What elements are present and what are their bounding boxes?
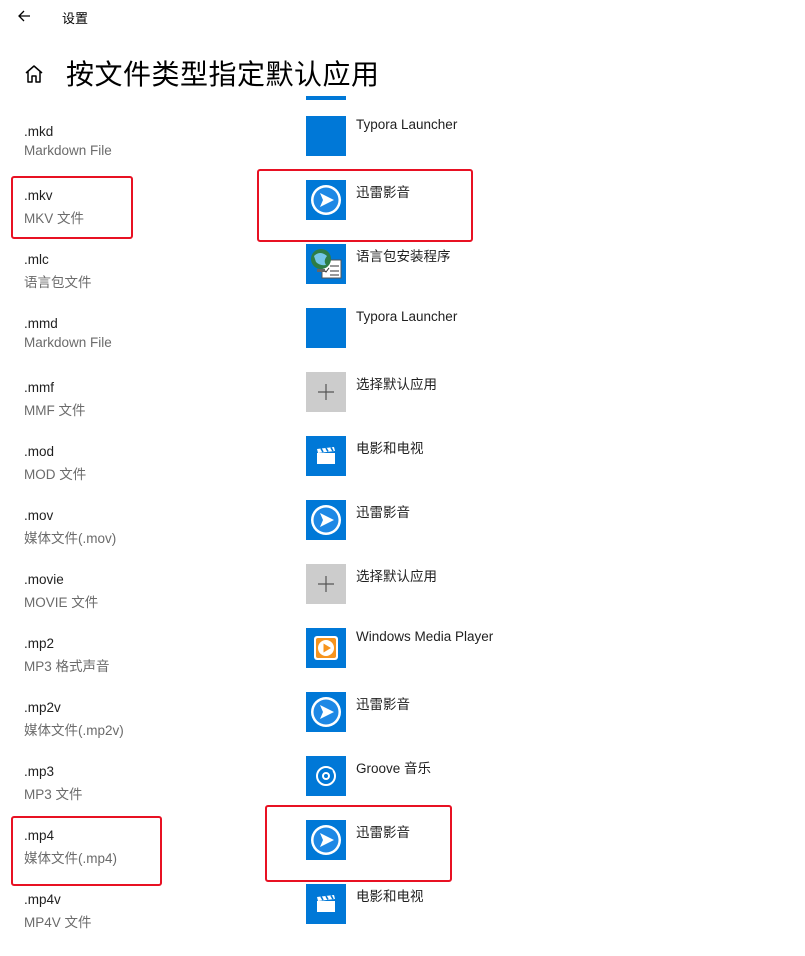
file-extension: .mmd: [24, 316, 58, 331]
file-type-description: MMF 文件: [24, 403, 86, 418]
plus-icon: [306, 372, 346, 412]
file-type-description: MOVIE 文件: [24, 595, 99, 610]
default-app-name: 电影和电视: [356, 441, 424, 456]
blank-blue-tile: [306, 116, 346, 156]
highlight-mkv-app: [257, 169, 473, 242]
xunlei-icon: [306, 692, 346, 732]
default-app-name: 迅雷影音: [356, 505, 410, 520]
language-pack-icon: [306, 244, 346, 284]
default-app-name: Typora Launcher: [356, 309, 458, 324]
window-title: 设置: [62, 11, 89, 26]
file-extension: .mp4v: [24, 892, 61, 907]
file-type-row: .mmf MMF 文件 选择默认应用: [0, 372, 805, 444]
film-icon: [306, 436, 346, 476]
file-type-description: 媒体文件(.mp2v): [24, 723, 124, 738]
file-extension: .mlc: [24, 252, 49, 267]
home-icon[interactable]: [22, 62, 46, 86]
back-arrow-icon: [18, 10, 30, 22]
file-type-row: .mov 媒体文件(.mov) 迅雷影音: [0, 500, 805, 572]
file-type-description: 语言包文件: [24, 275, 92, 290]
file-type-row: .mod MOD 文件 电影和电视: [0, 436, 805, 508]
file-extension: .mp3: [24, 764, 55, 779]
back-button[interactable]: [14, 6, 36, 26]
default-app-name: 选择默认应用: [356, 377, 437, 392]
default-app-name: Windows Media Player: [356, 629, 494, 644]
file-type-description: MOD 文件: [24, 467, 87, 482]
file-type-row: .mmd Markdown File Typora Launcher: [0, 308, 805, 380]
file-extension: .mmf: [24, 380, 54, 395]
default-app-name: 迅雷影音: [356, 697, 410, 712]
file-type-row: .mlc 语言包文件 语言包安装程序: [0, 244, 805, 316]
default-app-name: 语言包安装程序: [356, 249, 451, 264]
file-extension: .mkd: [24, 124, 54, 139]
xunlei-icon: [306, 500, 346, 540]
default-app-name: Groove 音乐: [356, 761, 432, 776]
wmp-icon: [306, 628, 346, 668]
file-extension: .mp2v: [24, 700, 61, 715]
file-type-row: .mp4v MP4V 文件 电影和电视: [0, 884, 805, 956]
file-extension: .movie: [24, 572, 64, 587]
plus-icon: [306, 564, 346, 604]
film-icon: [306, 884, 346, 924]
file-type-description: 媒体文件(.mov): [24, 531, 117, 546]
title-bar: 设置: [0, 0, 805, 32]
file-type-description: Markdown File: [24, 143, 112, 158]
highlight-mkv-ext: [11, 176, 133, 239]
scrolled-tile-edge: [306, 96, 346, 100]
highlight-mp4-ext: [11, 816, 162, 886]
file-type-description: MP3 格式声音: [24, 659, 110, 674]
file-extension: .mov: [24, 508, 54, 523]
blank-blue-tile: [306, 308, 346, 348]
default-app-name: 选择默认应用: [356, 569, 437, 584]
default-app-name: Typora Launcher: [356, 117, 458, 132]
highlight-mp4-app: [265, 805, 452, 882]
file-type-row: .mp2 MP3 格式声音 Windows Media Player: [0, 628, 805, 700]
file-type-row: .mp2v 媒体文件(.mp2v) 迅雷影音: [0, 692, 805, 764]
groove-icon: [306, 756, 346, 796]
file-type-description: MP3 文件: [24, 787, 83, 802]
file-type-description: MP4V 文件: [24, 915, 92, 930]
default-app-name: 电影和电视: [356, 889, 424, 904]
file-type-row: .movie MOVIE 文件 选择默认应用: [0, 564, 805, 636]
file-extension: .mp2: [24, 636, 55, 651]
file-extension: .mod: [24, 444, 55, 459]
file-type-description: Markdown File: [24, 335, 112, 350]
page-title: 按文件类型指定默认应用: [66, 59, 380, 90]
